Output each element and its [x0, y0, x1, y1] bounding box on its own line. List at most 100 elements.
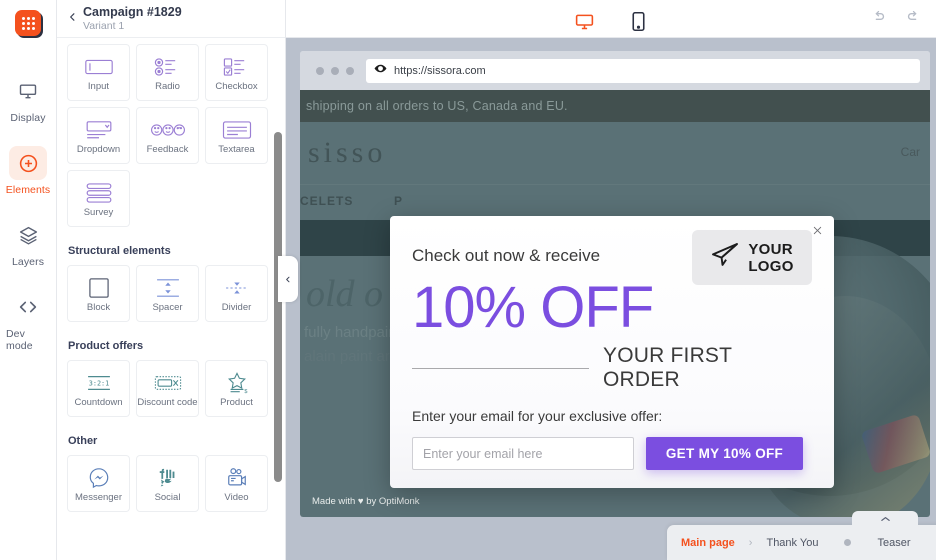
- paper-plane-icon: [710, 242, 740, 273]
- site-menu-item: CELETS: [300, 194, 354, 208]
- campaign-title-block: Campaign #1829 Variant 1: [83, 4, 182, 32]
- element-label: Discount code: [137, 396, 198, 408]
- messenger-icon: [88, 467, 110, 489]
- elements-panel: Campaign #1829 Variant 1 Input Radio Che…: [57, 0, 286, 560]
- element-card-video[interactable]: Video: [205, 455, 268, 512]
- app-root: Display Elements Layers Dev mode Campaig…: [0, 0, 936, 560]
- element-label: Social: [154, 491, 181, 503]
- site-nav: sisso Car: [300, 122, 930, 184]
- page-navigation-bar: Main page › Thank You Teaser + Add new p…: [667, 511, 936, 560]
- section-title-other: Other: [68, 435, 98, 447]
- element-card-feedback[interactable]: Feedback: [136, 107, 199, 164]
- url-bar[interactable]: https://sissora.com: [366, 58, 920, 83]
- element-group-form: Input Radio Checkbox Dropdown Feedback T…: [67, 44, 275, 227]
- element-card-input[interactable]: Input: [67, 44, 130, 101]
- email-input[interactable]: [412, 437, 634, 470]
- page-tab-dot: [844, 539, 852, 546]
- hero-script-text: old o: [306, 273, 384, 315]
- spacer-icon: [155, 277, 181, 299]
- undo-redo-group: [870, 0, 922, 38]
- rail-item-dev-mode[interactable]: Dev mode: [6, 284, 50, 352]
- website-preview: shipping on all orders to US, Canada and…: [300, 90, 930, 517]
- logo-line-2: LOGO: [748, 257, 794, 275]
- rail-item-display[interactable]: Display: [6, 68, 50, 124]
- element-label: Dropdown: [76, 143, 121, 155]
- element-card-dropdown[interactable]: Dropdown: [67, 107, 130, 164]
- rail-label-dev-mode: Dev mode: [6, 328, 33, 352]
- variant-label: Variant 1: [83, 19, 125, 32]
- rail-label-layers: Layers: [11, 256, 45, 268]
- social-share-icon: [156, 467, 180, 489]
- panel-scrollbar[interactable]: [274, 132, 282, 482]
- optimonk-logo[interactable]: [15, 10, 41, 36]
- site-announcement-bar: shipping on all orders to US, Canada and…: [300, 90, 930, 122]
- divider-icon: [224, 277, 250, 299]
- element-label: Divider: [221, 301, 252, 313]
- popup-logo-placeholder[interactable]: YOUR LOGO: [692, 230, 812, 285]
- radio-button-icon: [154, 56, 182, 78]
- element-label: Feedback: [146, 143, 189, 155]
- element-label: Checkbox: [215, 80, 258, 92]
- element-card-radio[interactable]: Radio: [136, 44, 199, 101]
- device-toggle-group: [567, 0, 655, 44]
- page-tab-thank-you[interactable]: Thank You: [752, 537, 832, 549]
- desktop-view-button[interactable]: [567, 6, 601, 44]
- site-cart-link: Car: [900, 145, 920, 159]
- element-card-social[interactable]: Social: [136, 455, 199, 512]
- url-text: https://sissora.com: [394, 64, 486, 77]
- chevron-up-icon[interactable]: [852, 511, 918, 527]
- page-title: Campaign #1829: [83, 4, 182, 19]
- element-label: Radio: [155, 80, 180, 92]
- svg-text:$: $: [244, 389, 247, 394]
- editor-toolbar: [286, 0, 936, 44]
- left-icon-rail: Display Elements Layers Dev mode: [0, 0, 57, 560]
- mobile-view-button[interactable]: [621, 6, 655, 38]
- undo-arrow-icon[interactable]: [870, 8, 887, 30]
- element-label: Textarea: [218, 143, 255, 155]
- eye-icon: [374, 62, 387, 80]
- element-label: Input: [87, 80, 110, 92]
- get-discount-button[interactable]: GET MY 10% OFF: [646, 437, 803, 470]
- popup-rule-row: YOUR FIRST ORDER: [412, 344, 812, 392]
- survey-icon: [86, 182, 112, 204]
- page-tab-teaser[interactable]: Teaser: [863, 537, 924, 549]
- site-announcement-text: shipping on all orders to US, Canada and…: [306, 99, 568, 113]
- popup-instruction-text: Enter your email for your exclusive offe…: [412, 408, 663, 424]
- site-menu-item: P: [394, 194, 404, 208]
- video-camera-icon: [224, 467, 250, 489]
- element-label: Block: [86, 301, 111, 313]
- rail-label-display: Display: [10, 112, 46, 124]
- element-card-product[interactable]: $ Product: [205, 360, 268, 417]
- panel-header: Campaign #1829 Variant 1: [57, 0, 285, 38]
- rail-item-layers[interactable]: Layers: [6, 212, 50, 268]
- back-button[interactable]: [67, 10, 83, 28]
- element-label: Product: [220, 396, 253, 408]
- popup-overlay: YOUR LOGO Check out now & receive 10% OF…: [390, 216, 834, 488]
- popup-logo-text: YOUR LOGO: [748, 241, 793, 275]
- monitor-icon: [9, 74, 47, 108]
- rail-item-elements[interactable]: Elements: [6, 140, 50, 196]
- element-label: Survey: [83, 206, 114, 218]
- element-card-textarea[interactable]: Textarea: [205, 107, 268, 164]
- element-card-checkbox[interactable]: Checkbox: [205, 44, 268, 101]
- section-title-product-offers: Product offers: [68, 340, 144, 352]
- element-card-discount-code[interactable]: Discount code: [136, 360, 199, 417]
- main-canvas-area: https://sissora.com shipping on all orde…: [278, 0, 936, 560]
- browser-chrome-bar: https://sissora.com: [300, 51, 930, 90]
- element-card-countdown[interactable]: 3:2:1 Countdown: [67, 360, 130, 417]
- product-star-icon: $: [225, 371, 249, 394]
- preview-canvas: https://sissora.com shipping on all orde…: [278, 38, 936, 560]
- page-tab-main[interactable]: Main page: [667, 537, 749, 549]
- element-card-block[interactable]: Block: [67, 265, 130, 322]
- redo-arrow-icon[interactable]: [905, 8, 922, 30]
- element-card-spacer[interactable]: Spacer: [136, 265, 199, 322]
- panel-collapse-handle[interactable]: [278, 256, 298, 302]
- svg-text:3:2:1: 3:2:1: [88, 379, 108, 387]
- element-card-survey[interactable]: Survey: [67, 170, 130, 227]
- element-card-divider[interactable]: Divider: [205, 265, 268, 322]
- discount-code-icon: [154, 372, 182, 394]
- element-card-messenger[interactable]: Messenger: [67, 455, 130, 512]
- dropdown-icon: [85, 119, 113, 141]
- browser-preview-frame: https://sissora.com shipping on all orde…: [300, 51, 930, 517]
- made-with-optimonk-badge: Made with ♥ by OptiMonk: [312, 496, 420, 507]
